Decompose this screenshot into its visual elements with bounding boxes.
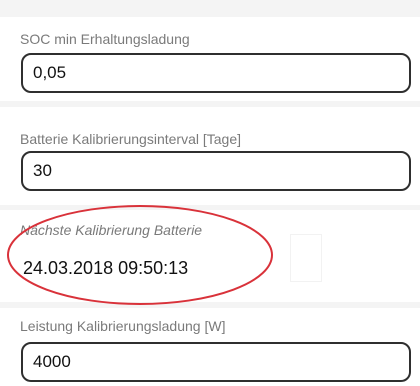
soc-min-label: SOC min Erhaltungsladung (20, 31, 190, 47)
soc-min-input[interactable]: 0,05 (21, 53, 411, 93)
next-calibration-section: Nächste Kalibrierung Batterie 24.03.2018… (0, 210, 420, 302)
soc-min-section: SOC min Erhaltungsladung 0,05 (0, 17, 420, 101)
calibration-interval-label: Batterie Kalibrierungsinterval [Tage] (20, 131, 242, 147)
next-calibration-value: 24.03.2018 09:50:13 (23, 258, 189, 278)
calibration-power-label: Leistung Kalibrierungsladung [W] (20, 318, 226, 334)
calibration-interval-section: Batterie Kalibrierungsinterval [Tage] 30 (0, 107, 420, 205)
calibration-power-input[interactable]: 4000 (21, 342, 411, 382)
calibration-interval-input[interactable]: 30 (21, 151, 411, 191)
calibration-power-section: Leistung Kalibrierungsladung [W] 4000 (0, 308, 420, 386)
next-calibration-label: Nächste Kalibrierung Batterie (20, 222, 203, 238)
settings-form: SOC min Erhaltungsladung 0,05 Batterie K… (0, 0, 420, 386)
blank-placeholder (290, 234, 322, 282)
